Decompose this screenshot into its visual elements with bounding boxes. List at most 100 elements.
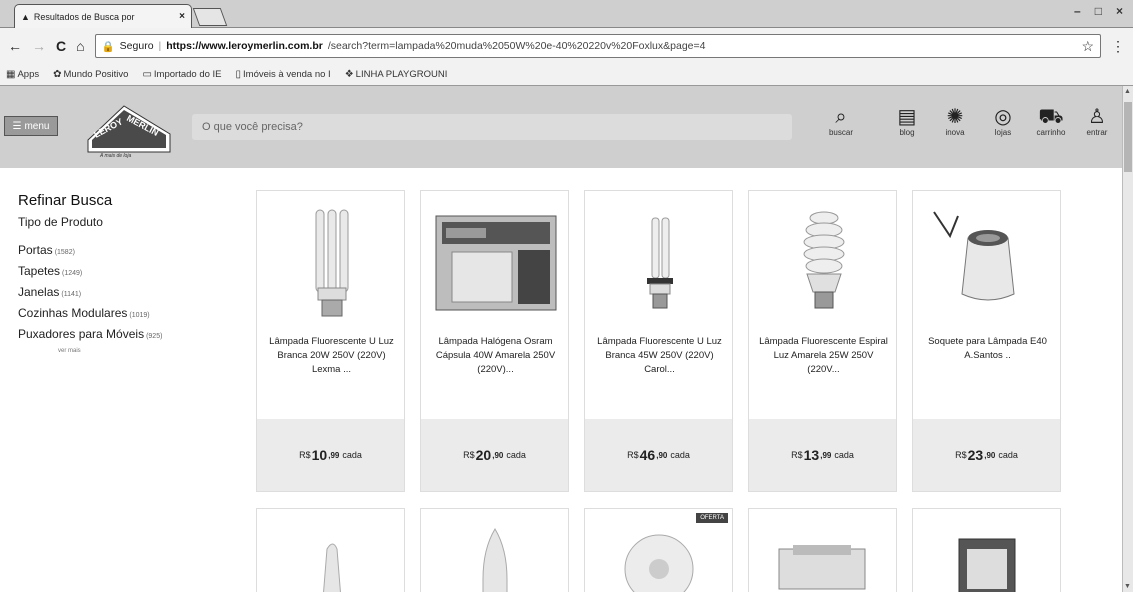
lamp-box-icon — [778, 545, 866, 590]
bookmark-star-icon[interactable]: ☆ — [1081, 38, 1094, 55]
sidebar-subtitle: Tipo de Produto — [18, 215, 103, 229]
lightbulb-icon: ✺ — [946, 106, 964, 128]
u-lamp-icon — [315, 209, 348, 317]
maximize-button[interactable]: □ — [1095, 4, 1102, 18]
forward-arrow-icon[interactable]: → — [32, 38, 46, 54]
product-name[interactable]: Lâmpada Halógena Osram Cápsula 40W Amare… — [429, 335, 562, 377]
new-tab-button[interactable] — [192, 8, 228, 26]
leroy-merlin-logo[interactable]: LEROY MERLIN A mais de loja — [86, 100, 172, 160]
cart-link[interactable]: ⛟ carrinho — [1030, 106, 1072, 137]
see-more-link[interactable]: ver mais — [58, 348, 238, 354]
product-price: R$ 23, 90 cada — [913, 419, 1060, 491]
close-window-button[interactable]: × — [1116, 4, 1123, 18]
bookmark-imoveis[interactable]: ▯ Imóveis à venda no I — [236, 69, 331, 80]
secure-label: Seguro — [119, 40, 154, 52]
filter-item-tapetes[interactable]: Tapetes (1249) — [18, 262, 238, 283]
folder-icon: ▭ — [142, 69, 152, 80]
blog-icon: ▤ — [897, 106, 917, 128]
product-card[interactable]: Lâmpada Fluorescente U Luz Branca 45W 25… — [584, 190, 733, 492]
svg-text:A mais de loja: A mais de loja — [99, 153, 131, 159]
product-card[interactable] — [256, 508, 405, 592]
product-name[interactable]: Soquete para Lâmpada E40 A.Santos .. — [921, 335, 1054, 363]
apps-icon: ▦ — [6, 69, 16, 80]
url-path: /search?term=lampada%20muda%2050W%20e-40… — [327, 40, 706, 52]
cart-icon: ⛟ — [1038, 106, 1064, 128]
product-image[interactable] — [421, 197, 570, 327]
product-card[interactable] — [912, 508, 1061, 592]
product-image[interactable] — [913, 197, 1062, 327]
bookmark-mundo-positivo[interactable]: ✿ Mundo Positivo — [53, 69, 128, 80]
refine-sidebar: Refinar Busca Tipo de Produto Portas (158… — [18, 192, 238, 354]
search-button[interactable]: ⌕ buscar — [820, 106, 862, 137]
product-card[interactable]: Lâmpada Halógena Osram Cápsula 40W Amare… — [420, 190, 569, 492]
chrome-menu-icon[interactable]: ⋮ — [1111, 38, 1125, 55]
page-scrollbar[interactable]: ▲ ▼ — [1122, 86, 1133, 592]
tab-close-icon[interactable]: × — [179, 11, 185, 22]
blog-link[interactable]: ▤ blog — [886, 106, 928, 137]
playground-icon: ❖ — [344, 69, 354, 80]
product-name[interactable]: Lâmpada Fluorescente U Luz Branca 20W 25… — [265, 335, 398, 377]
filter-list: Portas (1582) Tapetes (1249) Janelas (1141)… — [18, 241, 238, 346]
bookmark-playground[interactable]: ❖ LINHA PLAYGROUNI — [345, 69, 448, 80]
lojas-link[interactable]: ◎ lojas — [982, 106, 1024, 137]
search-icon: ⌕ — [835, 106, 847, 128]
bookmarks-bar: ▦ Apps ✿ Mundo Positivo ▭ Importado do IE ▯… — [0, 64, 1133, 86]
menu-button[interactable]: ☰ menu — [4, 116, 58, 136]
leroy-favicon-icon: ▲ — [21, 11, 30, 22]
lamp-socket-icon — [932, 211, 1015, 301]
tab-title: Resultados de Busca por — [33, 11, 135, 22]
reload-icon[interactable]: C — [56, 38, 66, 54]
page-icon: ▯ — [235, 69, 242, 80]
bookmark-importado[interactable]: ▭ Importado do IE — [142, 69, 221, 80]
back-arrow-icon[interactable]: ← — [8, 38, 22, 54]
candle-lamp-icon — [323, 543, 341, 592]
window-controls: – □ × — [1074, 4, 1123, 18]
scroll-up-icon[interactable]: ▲ — [1124, 88, 1131, 95]
minimize-button[interactable]: – — [1074, 4, 1081, 18]
hamburger-icon: ☰ — [12, 120, 22, 132]
offer-badge: OFERTA — [696, 513, 728, 523]
filter-item-puxadores[interactable]: Puxadores para Móveis (925) — [18, 325, 238, 346]
lock-icon: 🔒 — [101, 40, 115, 53]
product-card[interactable]: Lâmpada Fluorescente Espiral Luz Amarela… — [748, 190, 897, 492]
url-host: https://www.leroymerlin.com.br — [166, 40, 323, 52]
product-image[interactable] — [585, 197, 734, 327]
user-icon: ♙ — [1088, 106, 1106, 128]
product-name[interactable]: Lâmpada Fluorescente Espiral Luz Amarela… — [757, 335, 890, 377]
halogen-package-icon — [435, 215, 556, 311]
product-price: R$ 46, 90 cada — [585, 419, 732, 491]
product-card[interactable]: Lâmpada Fluorescente U Luz Branca 20W 25… — [256, 190, 405, 492]
product-image[interactable] — [749, 197, 898, 327]
address-bar-row: ← → C ⌂ 🔒 Seguro | https://www.leroymerl… — [0, 28, 1133, 64]
product-price: R$ 10, 99 cada — [257, 419, 404, 491]
filter-item-cozinhas[interactable]: Cozinhas Modulares (1019) — [18, 304, 238, 325]
inova-link[interactable]: ✺ inova — [934, 106, 976, 137]
login-link[interactable]: ♙ entrar — [1076, 106, 1118, 137]
product-image[interactable] — [257, 197, 406, 327]
product-price: R$ 20, 90 cada — [421, 419, 568, 491]
site-header: ☰ menu LEROY MERLIN A mais de loja O que… — [0, 86, 1122, 168]
product-name[interactable]: Lâmpada Fluorescente U Luz Branca 45W 25… — [593, 335, 726, 377]
filter-item-janelas[interactable]: Janelas (1141) — [18, 283, 238, 304]
search-input[interactable]: O que você precisa? — [192, 114, 792, 140]
scroll-thumb[interactable] — [1124, 102, 1132, 172]
location-pin-icon: ◎ — [994, 106, 1012, 128]
candle-lamp-icon — [482, 528, 508, 592]
spiral-lamp-icon — [803, 211, 844, 309]
product-card[interactable] — [748, 508, 897, 592]
mundo-positivo-icon: ✿ — [53, 69, 62, 80]
u-lamp-icon — [646, 217, 673, 309]
sidebar-title: Refinar Busca — [18, 192, 113, 209]
filter-item-portas[interactable]: Portas (1582) — [18, 241, 238, 262]
url-field[interactable]: 🔒 Seguro | https://www.leroymerlin.com.b… — [94, 34, 1101, 58]
home-icon[interactable]: ⌂ — [76, 38, 84, 54]
bookmark-apps[interactable]: ▦ Apps — [6, 69, 39, 80]
browser-tab[interactable]: ▲ Resultados de Busca por × — [14, 4, 192, 28]
product-grid: Lâmpada Fluorescente U Luz Branca 20W 25… — [256, 190, 1062, 592]
browser-titlebar: ▲ Resultados de Busca por × – □ × — [0, 0, 1133, 28]
product-card[interactable]: Soquete para Lâmpada E40 A.Santos .. R$ 2… — [912, 190, 1061, 492]
product-card[interactable] — [420, 508, 569, 592]
scroll-down-icon[interactable]: ▼ — [1124, 583, 1131, 590]
product-card[interactable]: OFERTA — [584, 508, 733, 592]
lamp-package-icon — [958, 538, 1016, 592]
